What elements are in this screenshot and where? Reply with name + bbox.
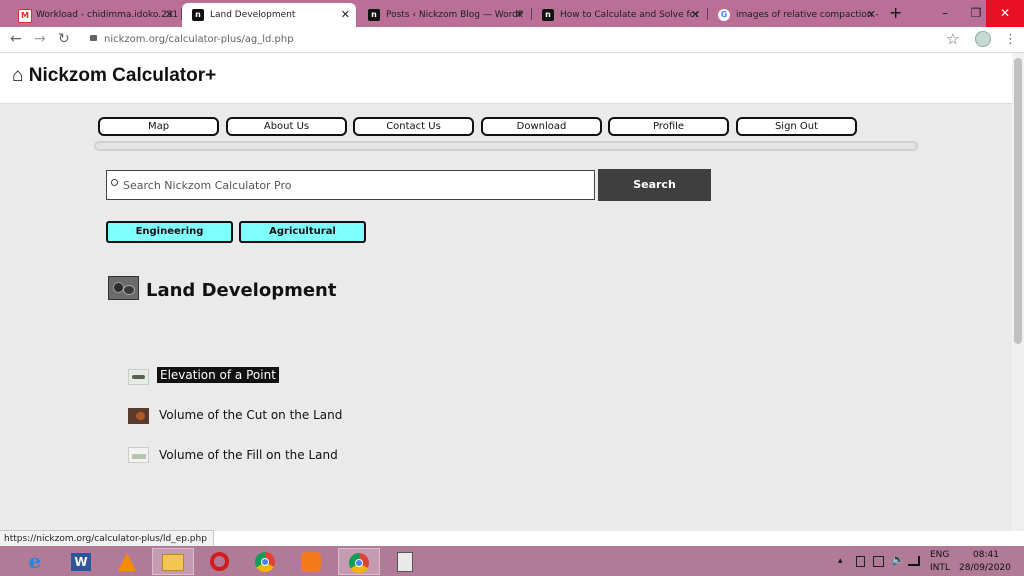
nav-sign-out-button[interactable]: Sign Out bbox=[736, 117, 857, 136]
action-center-icon[interactable] bbox=[873, 556, 884, 567]
tab-images-compaction[interactable]: G images of relative compaction - ✕ bbox=[708, 3, 882, 27]
close-icon[interactable]: ✕ bbox=[867, 3, 876, 27]
close-icon[interactable]: ✕ bbox=[515, 3, 524, 27]
tray-expand-icon[interactable]: ▴ bbox=[838, 546, 843, 576]
language-indicator[interactable]: ENG bbox=[930, 549, 949, 561]
back-button[interactable]: ← bbox=[10, 27, 22, 52]
tab-title: images of relative compaction - bbox=[736, 10, 879, 20]
internet-explorer-icon[interactable]: e bbox=[14, 548, 56, 575]
word-icon[interactable]: W bbox=[60, 548, 102, 575]
tab-title: How to Calculate and Solve for bbox=[560, 10, 699, 20]
network-icon[interactable] bbox=[908, 556, 920, 566]
tab-land-development[interactable]: n Land Development ✕ bbox=[182, 3, 356, 27]
tab-title: Posts ‹ Nickzom Blog — WordP bbox=[386, 10, 524, 20]
category-engineering-button[interactable]: Engineering bbox=[106, 221, 233, 243]
new-tab-button[interactable]: + bbox=[889, 0, 902, 27]
google-icon: G bbox=[718, 9, 730, 21]
address-bar[interactable]: nickzom.org/calculator-plus/ag_ld.php bbox=[104, 30, 1004, 49]
tab-title: Workload - chidimma.idoko.231 bbox=[36, 10, 179, 20]
clock-date[interactable]: 28/09/2020 bbox=[959, 562, 1011, 574]
volume-icon[interactable]: 🔈 bbox=[891, 553, 905, 566]
clock-time[interactable]: 08:41 bbox=[973, 549, 999, 561]
battery-icon[interactable] bbox=[856, 556, 865, 567]
category-agricultural-button[interactable]: Agricultural bbox=[239, 221, 366, 243]
search-input[interactable] bbox=[123, 171, 583, 199]
close-icon[interactable]: ✕ bbox=[341, 3, 350, 27]
nav-contact-us-button[interactable]: Contact Us bbox=[353, 117, 474, 136]
opera-icon[interactable] bbox=[198, 548, 240, 575]
page-content: ⌂ Nickzom Calculator+ Map About Us Conta… bbox=[0, 53, 1012, 531]
close-window-button[interactable]: ✕ bbox=[986, 0, 1024, 27]
file-explorer-icon[interactable] bbox=[152, 548, 194, 575]
vlc-icon[interactable] bbox=[106, 548, 148, 575]
horizontal-slider[interactable] bbox=[94, 141, 918, 151]
gmail-icon: M bbox=[18, 9, 32, 23]
scrollbar-thumb[interactable] bbox=[1014, 58, 1022, 344]
item-elevation-of-a-point[interactable]: Elevation of a Point bbox=[157, 367, 279, 383]
profile-avatar[interactable] bbox=[975, 31, 991, 47]
item-volume-of-fill[interactable]: Volume of the Fill on the Land bbox=[159, 448, 338, 462]
land-development-icon bbox=[108, 276, 139, 300]
site-title-text: Nickzom Calculator+ bbox=[28, 65, 217, 86]
chrome-active-icon[interactable] bbox=[338, 548, 380, 575]
tab-posts-blog[interactable]: n Posts ‹ Nickzom Blog — WordP ✕ bbox=[358, 3, 530, 27]
calculator-icon[interactable] bbox=[384, 548, 426, 575]
bookmark-star-icon[interactable]: ☆ bbox=[946, 27, 959, 52]
nickzom-icon: n bbox=[368, 9, 380, 21]
menu-icon[interactable]: ⋮ bbox=[1004, 27, 1017, 52]
forward-button[interactable]: → bbox=[34, 27, 46, 52]
nickzom-icon: n bbox=[192, 9, 204, 21]
site-title[interactable]: ⌂ Nickzom Calculator+ bbox=[12, 65, 216, 87]
close-icon[interactable]: ✕ bbox=[165, 3, 174, 27]
tab-title: Land Development bbox=[210, 10, 296, 20]
reload-button[interactable]: ↻ bbox=[58, 27, 70, 52]
keyboard-layout-indicator[interactable]: INTL bbox=[930, 562, 950, 574]
status-bar-url: https://nickzom.org/calculator-plus/ld_e… bbox=[0, 530, 214, 547]
nav-about-us-button[interactable]: About Us bbox=[226, 117, 347, 136]
nav-profile-button[interactable]: Profile bbox=[608, 117, 729, 136]
level-instrument-icon bbox=[128, 369, 149, 385]
excavator-icon bbox=[128, 408, 149, 424]
search-box bbox=[106, 170, 595, 200]
search-button[interactable]: Search bbox=[598, 169, 711, 201]
home-icon: ⌂ bbox=[12, 65, 24, 86]
lock-icon bbox=[90, 35, 97, 41]
section-title: Land Development bbox=[146, 280, 337, 301]
nav-map-button[interactable]: Map bbox=[98, 117, 219, 136]
close-icon[interactable]: ✕ bbox=[691, 3, 700, 27]
tab-how-to-calculate[interactable]: n How to Calculate and Solve for ✕ bbox=[532, 3, 706, 27]
tab-gmail[interactable]: M Workload - chidimma.idoko.231 ✕ bbox=[8, 3, 180, 27]
search-icon bbox=[111, 179, 118, 186]
nav-download-button[interactable]: Download bbox=[481, 117, 602, 136]
landfill-icon bbox=[128, 447, 149, 463]
item-volume-of-cut[interactable]: Volume of the Cut on the Land bbox=[159, 408, 342, 422]
uc-browser-icon[interactable] bbox=[290, 548, 332, 575]
chrome-icon[interactable] bbox=[244, 548, 286, 575]
nickzom-icon: n bbox=[542, 9, 554, 21]
